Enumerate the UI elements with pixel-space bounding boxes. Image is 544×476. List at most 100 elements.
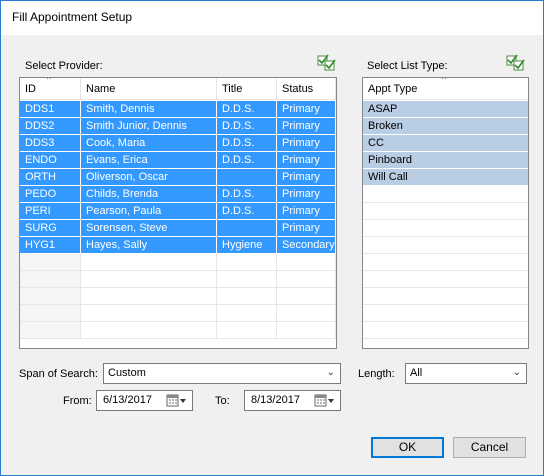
- provider-cell-status: Primary: [277, 101, 336, 118]
- list-type-cell: [363, 271, 528, 288]
- provider-cell-name: [81, 322, 217, 339]
- list-type-cell: [363, 220, 528, 237]
- from-date-picker[interactable]: 6/13/2017: [96, 390, 193, 411]
- list-type-row[interactable]: Will Call: [363, 169, 528, 186]
- provider-cell-id: [20, 271, 81, 288]
- provider-cell-name: Smith, Dennis: [81, 101, 217, 118]
- list-type-cell: [363, 305, 528, 322]
- empty-row: [363, 254, 528, 271]
- span-of-search-label: Span of Search:: [19, 368, 98, 380]
- provider-cell-id: [20, 305, 81, 322]
- list-type-cell: CC: [363, 135, 528, 152]
- empty-row: [363, 322, 528, 339]
- column-header-id[interactable]: ID ^: [20, 78, 81, 100]
- column-header-name[interactable]: Name: [81, 78, 217, 100]
- provider-row[interactable]: ORTH Oliverson, Oscar Primary: [20, 169, 336, 186]
- empty-row: [20, 254, 336, 271]
- to-label: To:: [215, 395, 230, 407]
- provider-row[interactable]: DDS2 Smith Junior, Dennis D.D.S. Primary: [20, 118, 336, 135]
- cancel-button[interactable]: Cancel: [453, 437, 526, 458]
- provider-cell-name: [81, 305, 217, 322]
- empty-row: [363, 288, 528, 305]
- provider-cell-title: [217, 254, 277, 271]
- empty-row: [20, 305, 336, 322]
- provider-cell-status: Primary: [277, 135, 336, 152]
- provider-row[interactable]: DDS1 Smith, Dennis D.D.S. Primary: [20, 101, 336, 118]
- provider-cell-title: [217, 305, 277, 322]
- window-title: Fill Appointment Setup: [12, 10, 133, 24]
- length-value: All: [410, 367, 423, 379]
- provider-cell-name: Childs, Brenda: [81, 186, 217, 203]
- provider-cell-name: Hayes, Sally: [81, 237, 217, 254]
- provider-cell-id: [20, 322, 81, 339]
- provider-cell-title: [217, 271, 277, 288]
- empty-row: [363, 186, 528, 203]
- provider-cell-name: Smith Junior, Dennis: [81, 118, 217, 135]
- empty-row: [20, 271, 336, 288]
- list-type-row[interactable]: CC: [363, 135, 528, 152]
- provider-cell-title: D.D.S.: [217, 152, 277, 169]
- column-header-appt-type[interactable]: Appt Type ^: [363, 78, 528, 100]
- sort-ascending-icon: ^: [442, 77, 447, 84]
- list-type-row[interactable]: Broken: [363, 118, 528, 135]
- provider-cell-id: [20, 288, 81, 305]
- provider-row[interactable]: PERI Pearson, Paula D.D.S. Primary: [20, 203, 336, 220]
- provider-cell-name: Oliverson, Oscar: [81, 169, 217, 186]
- empty-row: [363, 305, 528, 322]
- provider-cell-title: D.D.S.: [217, 186, 277, 203]
- calendar-dropdown-icon[interactable]: [314, 394, 336, 408]
- provider-cell-status: [277, 271, 336, 288]
- length-dropdown[interactable]: All ⌄: [405, 363, 527, 384]
- provider-row[interactable]: ENDO Evans, Erica D.D.S. Primary: [20, 152, 336, 169]
- span-of-search-dropdown[interactable]: Custom ⌄: [103, 363, 341, 384]
- provider-cell-id: DDS3: [20, 135, 81, 152]
- provider-cell-name: [81, 254, 217, 271]
- list-type-grid-header: Appt Type ^: [363, 78, 528, 100]
- empty-row: [363, 220, 528, 237]
- provider-cell-title: D.D.S.: [217, 135, 277, 152]
- provider-cell-id: PEDO: [20, 186, 81, 203]
- provider-cell-name: Cook, Maria: [81, 135, 217, 152]
- provider-cell-id: SURG: [20, 220, 81, 237]
- list-type-cell: [363, 186, 528, 203]
- provider-cell-id: [20, 254, 81, 271]
- provider-cell-name: [81, 271, 217, 288]
- select-all-list-types-check-icon[interactable]: [506, 53, 526, 71]
- provider-cell-status: [277, 322, 336, 339]
- select-all-providers-check-icon[interactable]: [317, 53, 337, 71]
- column-header-title[interactable]: Title: [217, 78, 277, 100]
- column-header-status[interactable]: Status: [277, 78, 336, 100]
- provider-cell-status: [277, 305, 336, 322]
- list-type-cell: Will Call: [363, 169, 528, 186]
- provider-cell-id: PERI: [20, 203, 81, 220]
- to-date-picker[interactable]: 8/13/2017: [244, 390, 341, 411]
- provider-row[interactable]: PEDO Childs, Brenda D.D.S. Primary: [20, 186, 336, 203]
- provider-cell-id: DDS1: [20, 101, 81, 118]
- provider-cell-title: D.D.S.: [217, 203, 277, 220]
- list-type-cell: Pinboard: [363, 152, 528, 169]
- provider-cell-status: Primary: [277, 220, 336, 237]
- provider-grid[interactable]: ID ^ Name Title Status DDS1 Smith, Dennis…: [19, 77, 337, 349]
- ok-button[interactable]: OK: [371, 437, 444, 458]
- list-type-row[interactable]: Pinboard: [363, 152, 528, 169]
- chevron-down-icon: ⌄: [326, 367, 335, 378]
- list-type-grid[interactable]: Appt Type ^ ASAP Broken CC Pinboard Will Cal…: [362, 77, 529, 349]
- from-label: From:: [63, 395, 92, 407]
- provider-row[interactable]: SURG Sorensen, Steve Primary: [20, 220, 336, 237]
- provider-row[interactable]: DDS3 Cook, Maria D.D.S. Primary: [20, 135, 336, 152]
- provider-cell-title: D.D.S.: [217, 101, 277, 118]
- provider-cell-status: Primary: [277, 152, 336, 169]
- length-label: Length:: [358, 368, 395, 380]
- provider-cell-title: [217, 288, 277, 305]
- provider-row[interactable]: HYG1 Hayes, Sally Hygiene Secondary: [20, 237, 336, 254]
- list-type-cell: Broken: [363, 118, 528, 135]
- provider-cell-status: Primary: [277, 203, 336, 220]
- empty-row: [363, 271, 528, 288]
- calendar-dropdown-icon[interactable]: [166, 394, 188, 408]
- provider-cell-status: [277, 254, 336, 271]
- provider-cell-status: Secondary: [277, 237, 336, 254]
- list-type-row[interactable]: ASAP: [363, 101, 528, 118]
- chevron-down-icon: ⌄: [512, 367, 521, 378]
- provider-cell-status: [277, 288, 336, 305]
- list-type-cell: [363, 322, 528, 339]
